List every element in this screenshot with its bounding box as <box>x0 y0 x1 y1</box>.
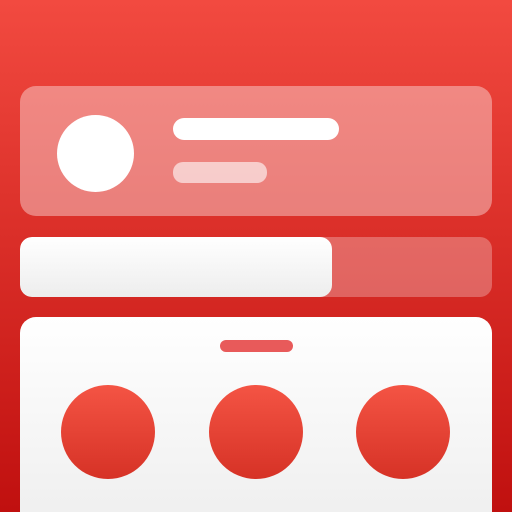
action-button-2[interactable] <box>209 385 303 479</box>
drag-handle[interactable] <box>220 340 293 352</box>
profile-name-placeholder <box>173 118 339 140</box>
avatar[interactable] <box>57 115 134 192</box>
action-button-1[interactable] <box>61 385 155 479</box>
progress-bar <box>20 237 492 297</box>
progress-bar-fill <box>20 237 332 297</box>
app-screen <box>0 0 512 512</box>
profile-card[interactable] <box>20 86 492 216</box>
bottom-sheet <box>20 317 492 512</box>
profile-subtitle-placeholder <box>173 162 267 183</box>
action-button-3[interactable] <box>356 385 450 479</box>
